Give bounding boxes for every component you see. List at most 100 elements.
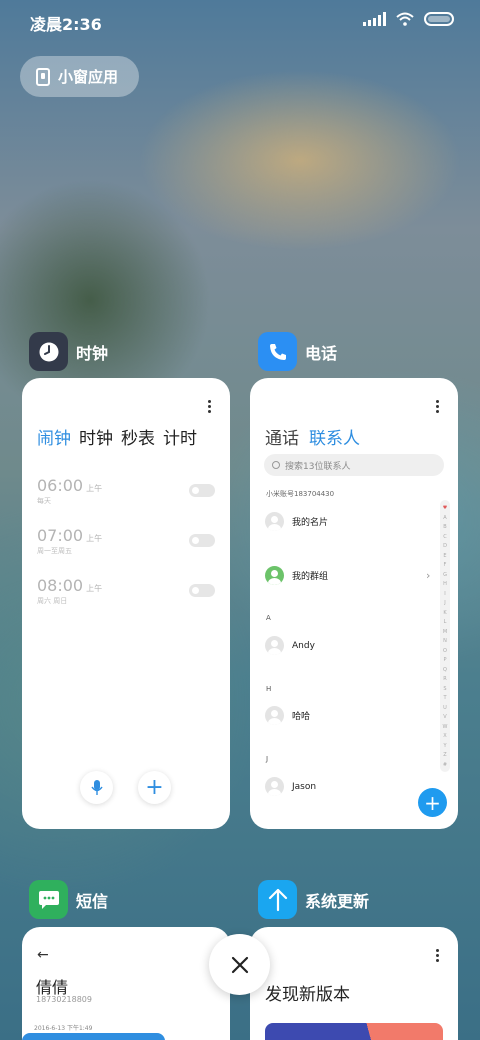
tab-stopwatch[interactable]: 秒表 <box>121 424 155 449</box>
index-letter[interactable]: O <box>443 647 447 657</box>
sms-app-name: 短信 <box>76 891 109 911</box>
alarm-item[interactable]: 06:00 上午 每天 <box>37 476 215 506</box>
clock-tabs: 闹钟 时钟 秒表 计时 <box>37 424 197 449</box>
index-letter[interactable]: T <box>443 694 446 704</box>
update-app-header[interactable]: 系统更新 <box>258 880 369 919</box>
arrow-up-icon <box>258 880 297 919</box>
add-alarm-button[interactable]: + <box>138 771 171 804</box>
sms-app-card[interactable]: ← 倩倩 18730218809 2016-6-13 下午1:49 <box>22 927 230 1040</box>
alarm-repeat: 周六 周日 <box>37 597 68 605</box>
alarm-toggle[interactable] <box>189 484 215 497</box>
my-groups-label: 我的群组 <box>292 572 329 582</box>
contact-item[interactable]: 哈哈 <box>265 706 310 725</box>
contact-name: Andy <box>292 640 315 651</box>
index-letter[interactable]: D <box>443 542 447 552</box>
index-letter[interactable]: H <box>443 580 447 590</box>
index-letter[interactable]: L <box>444 618 447 628</box>
phone-app-header[interactable]: 电话 <box>258 332 337 371</box>
status-bar: 凌晨2:36 <box>0 0 480 40</box>
my-groups-item[interactable]: 我的群组 <box>265 566 328 585</box>
tab-calls[interactable]: 通话 <box>265 424 299 449</box>
tab-alarm[interactable]: 闹钟 <box>37 424 71 449</box>
avatar <box>265 777 284 796</box>
alarm-item[interactable]: 08:00 上午 周六 周日 <box>37 576 215 606</box>
message-bubble[interactable] <box>22 1033 165 1040</box>
index-letter[interactable]: X <box>443 732 446 742</box>
more-icon[interactable] <box>208 400 212 413</box>
tab-clock[interactable]: 时钟 <box>79 424 113 449</box>
index-letter[interactable]: # <box>443 761 447 771</box>
index-letter[interactable]: W <box>443 723 448 733</box>
index-letter[interactable]: Z <box>443 751 446 761</box>
more-icon[interactable] <box>436 400 440 413</box>
clock-app-card[interactable]: 闹钟 时钟 秒表 计时 06:00 上午 每天 07:00 上午 周一至周五 08:… <box>22 378 230 829</box>
contact-item[interactable]: Andy <box>265 636 315 655</box>
index-letter[interactable]: K <box>443 609 446 619</box>
my-card-item[interactable]: 我的名片 <box>265 512 328 531</box>
plus-icon: + <box>145 775 164 800</box>
index-letter[interactable]: U <box>443 704 447 714</box>
index-letter[interactable]: B <box>443 523 446 533</box>
alarm-toggle[interactable] <box>189 584 215 597</box>
index-letter[interactable]: N <box>443 637 447 647</box>
index-letter[interactable]: G <box>443 571 447 581</box>
index-letter[interactable]: J <box>444 599 445 609</box>
index-letter[interactable]: F <box>444 561 447 571</box>
alarm-ampm: 上午 <box>86 534 103 543</box>
tab-timer[interactable]: 计时 <box>163 424 197 449</box>
index-letter[interactable]: R <box>443 675 446 685</box>
update-banner <box>265 1023 443 1040</box>
contact-name: Jason <box>292 781 317 792</box>
index-letter[interactable]: V <box>443 713 446 723</box>
floating-window-button[interactable]: 小窗应用 <box>20 56 139 97</box>
avatar <box>265 706 284 725</box>
index-letter[interactable]: C <box>443 533 447 543</box>
phone-icon <box>258 332 297 371</box>
index-letter[interactable]: E <box>443 552 446 562</box>
contact-item[interactable]: Jason <box>265 777 316 796</box>
floating-window-label: 小窗应用 <box>58 68 119 86</box>
alarm-time: 07:00 <box>37 526 84 545</box>
index-letter[interactable]: ♥ <box>443 504 447 514</box>
wifi-icon <box>396 12 414 26</box>
search-placeholder: 搜索13位联系人 <box>285 461 351 472</box>
phone-tabs: 通话 联系人 <box>265 424 360 449</box>
update-headline: 发现新版本 <box>265 985 350 1005</box>
avatar <box>265 636 284 655</box>
clear-all-button[interactable] <box>209 934 270 995</box>
group-avatar <box>265 566 284 585</box>
voice-alarm-button[interactable] <box>80 771 113 804</box>
contact-name: 哈哈 <box>292 712 311 722</box>
conversation-number: 18730218809 <box>36 995 92 1004</box>
alarm-ampm: 上午 <box>86 584 103 593</box>
alarm-repeat: 每天 <box>37 497 51 505</box>
sms-app-header[interactable]: 短信 <box>29 880 108 919</box>
message-date: 2016-6-13 下午1:49 <box>34 1025 93 1032</box>
microphone-icon <box>90 779 103 795</box>
close-icon <box>231 956 248 973</box>
chevron-right-icon: › <box>426 569 431 582</box>
add-contact-button[interactable]: + <box>418 788 447 817</box>
clock-icon <box>29 332 68 371</box>
contact-search-input[interactable]: 搜索13位联系人 <box>264 454 444 476</box>
clock-app-header[interactable]: 时钟 <box>29 332 108 371</box>
index-letter[interactable]: I <box>444 590 445 600</box>
plus-icon: + <box>424 790 441 815</box>
index-letter[interactable]: Y <box>443 742 446 752</box>
alarm-item[interactable]: 07:00 上午 周一至周五 <box>37 526 215 556</box>
tab-contacts[interactable]: 联系人 <box>309 424 360 449</box>
alarm-time: 08:00 <box>37 576 84 595</box>
phone-app-card[interactable]: 通话 联系人 搜索13位联系人 小米账号183704430 我的名片 我的群组 … <box>250 378 458 829</box>
index-letter[interactable]: P <box>443 656 446 666</box>
index-letter[interactable]: A <box>443 514 446 524</box>
alarm-toggle[interactable] <box>189 534 215 547</box>
more-icon[interactable] <box>436 949 440 962</box>
index-letter[interactable]: S <box>443 685 446 695</box>
my-card-label: 我的名片 <box>292 518 329 528</box>
index-letter[interactable]: M <box>443 628 447 638</box>
back-arrow-icon[interactable]: ← <box>37 947 49 963</box>
update-app-card[interactable]: 发现新版本 <box>250 927 458 1040</box>
index-letter[interactable]: Q <box>443 666 447 676</box>
status-icons <box>363 12 454 26</box>
alphabet-index[interactable]: ♥ A B C D E F G H I J K L M N O P Q R S T U V W X Y Z # <box>440 500 450 772</box>
